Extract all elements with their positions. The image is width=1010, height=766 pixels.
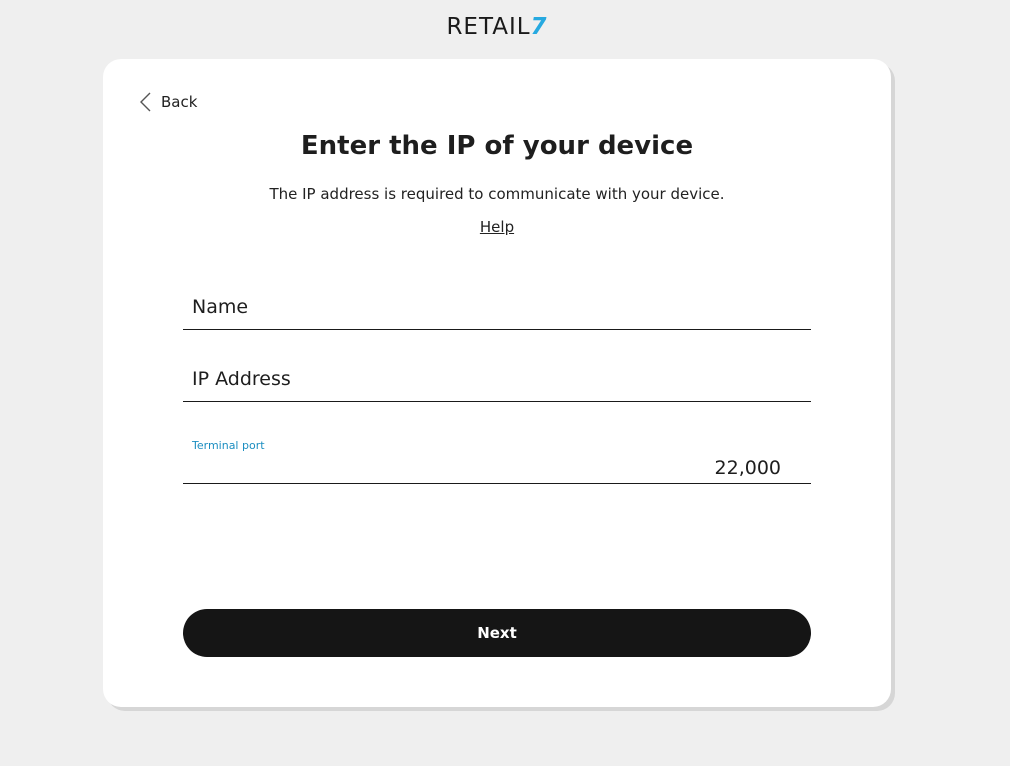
name-field	[183, 284, 811, 330]
page-subtitle: The IP address is required to communicat…	[269, 185, 725, 203]
help-link[interactable]: Help	[480, 218, 514, 236]
back-label: Back	[161, 93, 198, 111]
retail7-logo: RETAIL7	[0, 14, 994, 40]
logo-text: RETAIL	[446, 14, 531, 40]
next-button[interactable]: Next	[183, 609, 811, 657]
terminal-port-field: Terminal port	[183, 437, 811, 484]
ip-address-field	[183, 356, 811, 402]
terminal-port-input[interactable]	[183, 454, 811, 482]
terminal-port-label: Terminal port	[192, 439, 265, 452]
setup-card: Back Enter the IP of your device The IP …	[103, 59, 891, 707]
page-title: Enter the IP of your device	[300, 131, 694, 161]
back-button[interactable]: Back	[139, 92, 197, 112]
ip-address-input[interactable]	[183, 356, 811, 401]
name-input[interactable]	[183, 284, 811, 329]
logo-accent: 7	[530, 14, 548, 40]
chevron-left-icon	[139, 92, 151, 112]
